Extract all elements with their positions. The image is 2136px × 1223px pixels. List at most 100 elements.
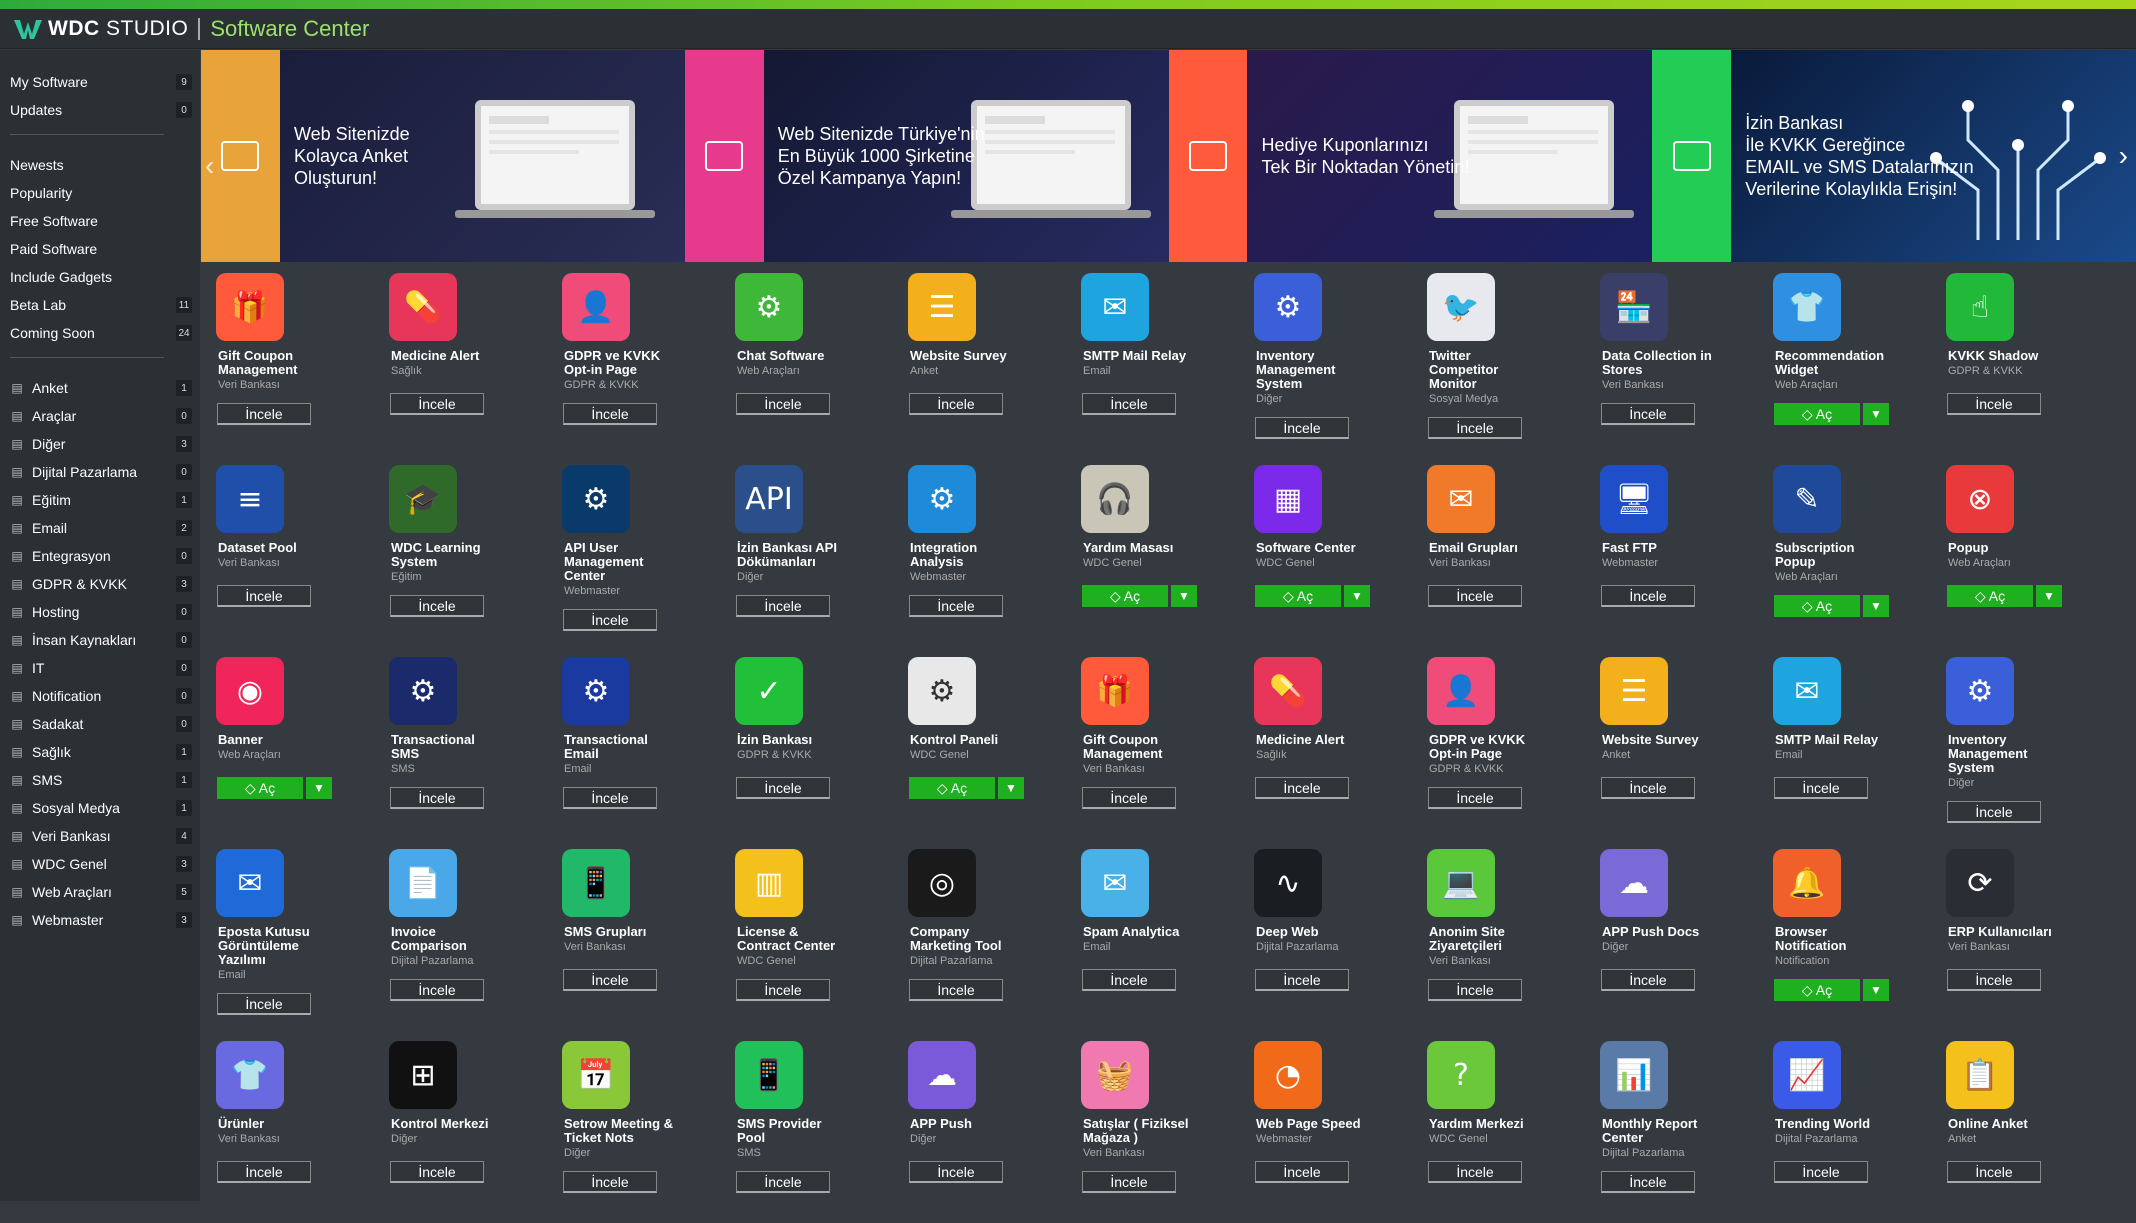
inspect-button[interactable]: İncele [390, 787, 484, 809]
app-icon[interactable]: ◉ [216, 657, 284, 725]
app-card[interactable]: 📊 Monthly Report Center Dijital Pazarlama İ… [1600, 1041, 1760, 1223]
app-icon[interactable]: ⚙ [1946, 657, 2014, 725]
app-card[interactable]: 🎧 Yardım Masası WDC Genel ◇ Aç ▼ [1081, 465, 1241, 647]
app-icon[interactable]: 📅 [562, 1041, 630, 1109]
inspect-button[interactable]: İncele [1082, 787, 1176, 809]
app-icon[interactable]: 🎓 [389, 465, 457, 533]
inspect-button[interactable]: İncele [1774, 1161, 1868, 1183]
banner-slide[interactable]: Web Sitenizde Türkiye'nin En Büyük 1000 … [763, 50, 1169, 262]
inspect-button[interactable]: İncele [217, 403, 311, 425]
app-icon[interactable]: ⚙ [1254, 273, 1322, 341]
inspect-button[interactable]: İncele [736, 979, 830, 1001]
inspect-button[interactable]: İncele [390, 595, 484, 617]
sidebar-item-categories[interactable]: ▤ Hosting 0 [0, 598, 200, 626]
banner-slide[interactable]: Web Sitenizde Kolayca Anket Oluşturun! [279, 50, 685, 262]
sidebar-item-categories[interactable]: ▤ Araçlar 0 [0, 402, 200, 430]
app-card[interactable]: ⟳ ERP Kullanıcıları Veri Bankası İncele [1946, 849, 2106, 1031]
inspect-button[interactable]: İncele [1601, 1171, 1695, 1193]
app-card[interactable]: ✉ Eposta Kutusu Görüntüleme Yazılımı Email… [216, 849, 376, 1031]
chevron-down-icon[interactable]: ▼ [2036, 585, 2062, 607]
app-icon[interactable]: API [735, 465, 803, 533]
app-card[interactable]: ? Yardım Merkezi WDC Genel İncele [1427, 1041, 1587, 1223]
inspect-button[interactable]: İncele [1428, 787, 1522, 809]
chevron-down-icon[interactable]: ▼ [1863, 979, 1889, 1001]
app-card[interactable]: 👤 GDPR ve KVKK Opt-in Page GDPR & KVKK İnce… [562, 273, 722, 455]
app-icon[interactable]: 🖥 [1600, 465, 1668, 533]
app-icon[interactable]: ✓ [735, 657, 803, 725]
inspect-button[interactable]: İncele [217, 585, 311, 607]
sidebar-item-categories[interactable]: ▤ İnsan Kaynakları 0 [0, 626, 200, 654]
inspect-button[interactable]: İncele [1255, 969, 1349, 991]
sidebar-item-categories[interactable]: ▤ Sağlık 1 [0, 738, 200, 766]
inspect-button[interactable]: İncele [390, 1161, 484, 1183]
app-icon[interactable]: 👕 [216, 1041, 284, 1109]
app-card[interactable]: ⊗ Popup Web Araçları ◇ Aç ▼ [1946, 465, 2106, 647]
app-card[interactable]: 🎓 WDC Learning System Eğitim İncele [389, 465, 549, 647]
app-card[interactable]: 🏪 Data Collection in Stores Veri Bankası İn… [1600, 273, 1760, 455]
app-icon[interactable]: ◔ [1254, 1041, 1322, 1109]
inspect-button[interactable]: İncele [1082, 969, 1176, 991]
app-card[interactable]: ⚙ Chat Software Web Araçları İncele [735, 273, 895, 455]
inspect-button[interactable]: İncele [736, 1171, 830, 1193]
app-card[interactable]: ◔ Web Page Speed Webmaster İncele [1254, 1041, 1414, 1223]
open-button[interactable]: ◇ Aç [1255, 585, 1341, 607]
app-icon[interactable]: ✉ [1081, 273, 1149, 341]
app-icon[interactable]: ⚙ [562, 465, 630, 533]
app-card[interactable]: ☰ Website Survey Anket İncele [1600, 657, 1760, 839]
app-card[interactable]: ⊞ Kontrol Merkezi Diğer İncele [389, 1041, 549, 1223]
inspect-button[interactable]: İncele [1601, 777, 1695, 799]
sidebar-item-categories[interactable]: ▤ WDC Genel 3 [0, 850, 200, 878]
app-card[interactable]: 👕 Recommendation Widget Web Araçları ◇ Aç ▼ [1773, 273, 1933, 455]
inspect-button[interactable]: İncele [1947, 1161, 2041, 1183]
app-card[interactable]: 🧺 Satışlar ( Fiziksel Mağaza ) Veri Bankas… [1081, 1041, 1241, 1223]
app-card[interactable]: ✉ SMTP Mail Relay Email İncele [1773, 657, 1933, 839]
chevron-down-icon[interactable]: ▼ [998, 777, 1024, 799]
inspect-button[interactable]: İncele [1428, 1161, 1522, 1183]
sidebar-item-categories[interactable]: ▤ Sadakat 0 [0, 710, 200, 738]
inspect-button[interactable]: İncele [1255, 777, 1349, 799]
app-icon[interactable]: ☰ [1600, 657, 1668, 725]
inspect-button[interactable]: İncele [1082, 1171, 1176, 1193]
sidebar-item-filters[interactable]: Newests [0, 151, 200, 179]
app-card[interactable]: 📱 SMS Grupları Veri Bankası İncele [562, 849, 722, 1031]
app-icon[interactable]: 🏪 [1600, 273, 1668, 341]
open-button[interactable]: ◇ Aç [1774, 403, 1860, 425]
chevron-down-icon[interactable]: ▼ [1863, 595, 1889, 617]
chevron-down-icon[interactable]: ▼ [1171, 585, 1197, 607]
inspect-button[interactable]: İncele [563, 787, 657, 809]
app-card[interactable]: ✉ Email Grupları Veri Bankası İncele [1427, 465, 1587, 647]
app-icon[interactable]: 👤 [1427, 657, 1495, 725]
inspect-button[interactable]: İncele [390, 393, 484, 415]
inspect-button[interactable]: İncele [563, 403, 657, 425]
app-icon[interactable]: 💊 [1254, 657, 1322, 725]
app-card[interactable]: 👤 GDPR ve KVKK Opt-in Page GDPR & KVKK İnce… [1427, 657, 1587, 839]
app-icon[interactable]: ⚙ [908, 657, 976, 725]
open-button[interactable]: ◇ Aç [1082, 585, 1168, 607]
inspect-button[interactable]: İncele [1947, 969, 2041, 991]
app-card[interactable]: ⚙ Inventory Management System Diğer İncele [1946, 657, 2106, 839]
app-icon[interactable]: ✎ [1773, 465, 1841, 533]
inspect-button[interactable]: İncele [1428, 417, 1522, 439]
app-icon[interactable]: 🎁 [1081, 657, 1149, 725]
inspect-button[interactable]: İncele [1428, 585, 1522, 607]
sidebar-item-categories[interactable]: ▤ GDPR & KVKK 3 [0, 570, 200, 598]
app-card[interactable]: ☁ APP Push Docs Diğer İncele [1600, 849, 1760, 1031]
app-card[interactable]: ⚙ Inventory Management System Diğer İncele [1254, 273, 1414, 455]
chevron-right-icon[interactable]: › [2119, 140, 2128, 172]
sidebar-item-categories[interactable]: ▤ Notification 0 [0, 682, 200, 710]
app-icon[interactable]: ✉ [216, 849, 284, 917]
app-card[interactable]: 👕 Ürünler Veri Bankası İncele [216, 1041, 376, 1223]
app-card[interactable]: ∿ Deep Web Dijital Pazarlama İncele [1254, 849, 1414, 1031]
app-card[interactable]: ≡ Dataset Pool Veri Bankası İncele [216, 465, 376, 647]
app-icon[interactable]: 📱 [562, 849, 630, 917]
app-icon[interactable]: ☝ [1946, 273, 2014, 341]
app-card[interactable]: 📱 SMS Provider Pool SMS İncele [735, 1041, 895, 1223]
inspect-button[interactable]: İncele [1082, 393, 1176, 415]
app-card[interactable]: ☰ Website Survey Anket İncele [908, 273, 1068, 455]
app-icon[interactable]: 💊 [389, 273, 457, 341]
banner-carousel[interactable]: Web Sitenizde Kolayca Anket Oluşturun! We… [201, 50, 2136, 262]
inspect-button[interactable]: İncele [1255, 1161, 1349, 1183]
sidebar-item-filters[interactable]: Free Software [0, 207, 200, 235]
app-icon[interactable]: ▦ [1254, 465, 1322, 533]
inspect-button[interactable]: İncele [909, 1161, 1003, 1183]
